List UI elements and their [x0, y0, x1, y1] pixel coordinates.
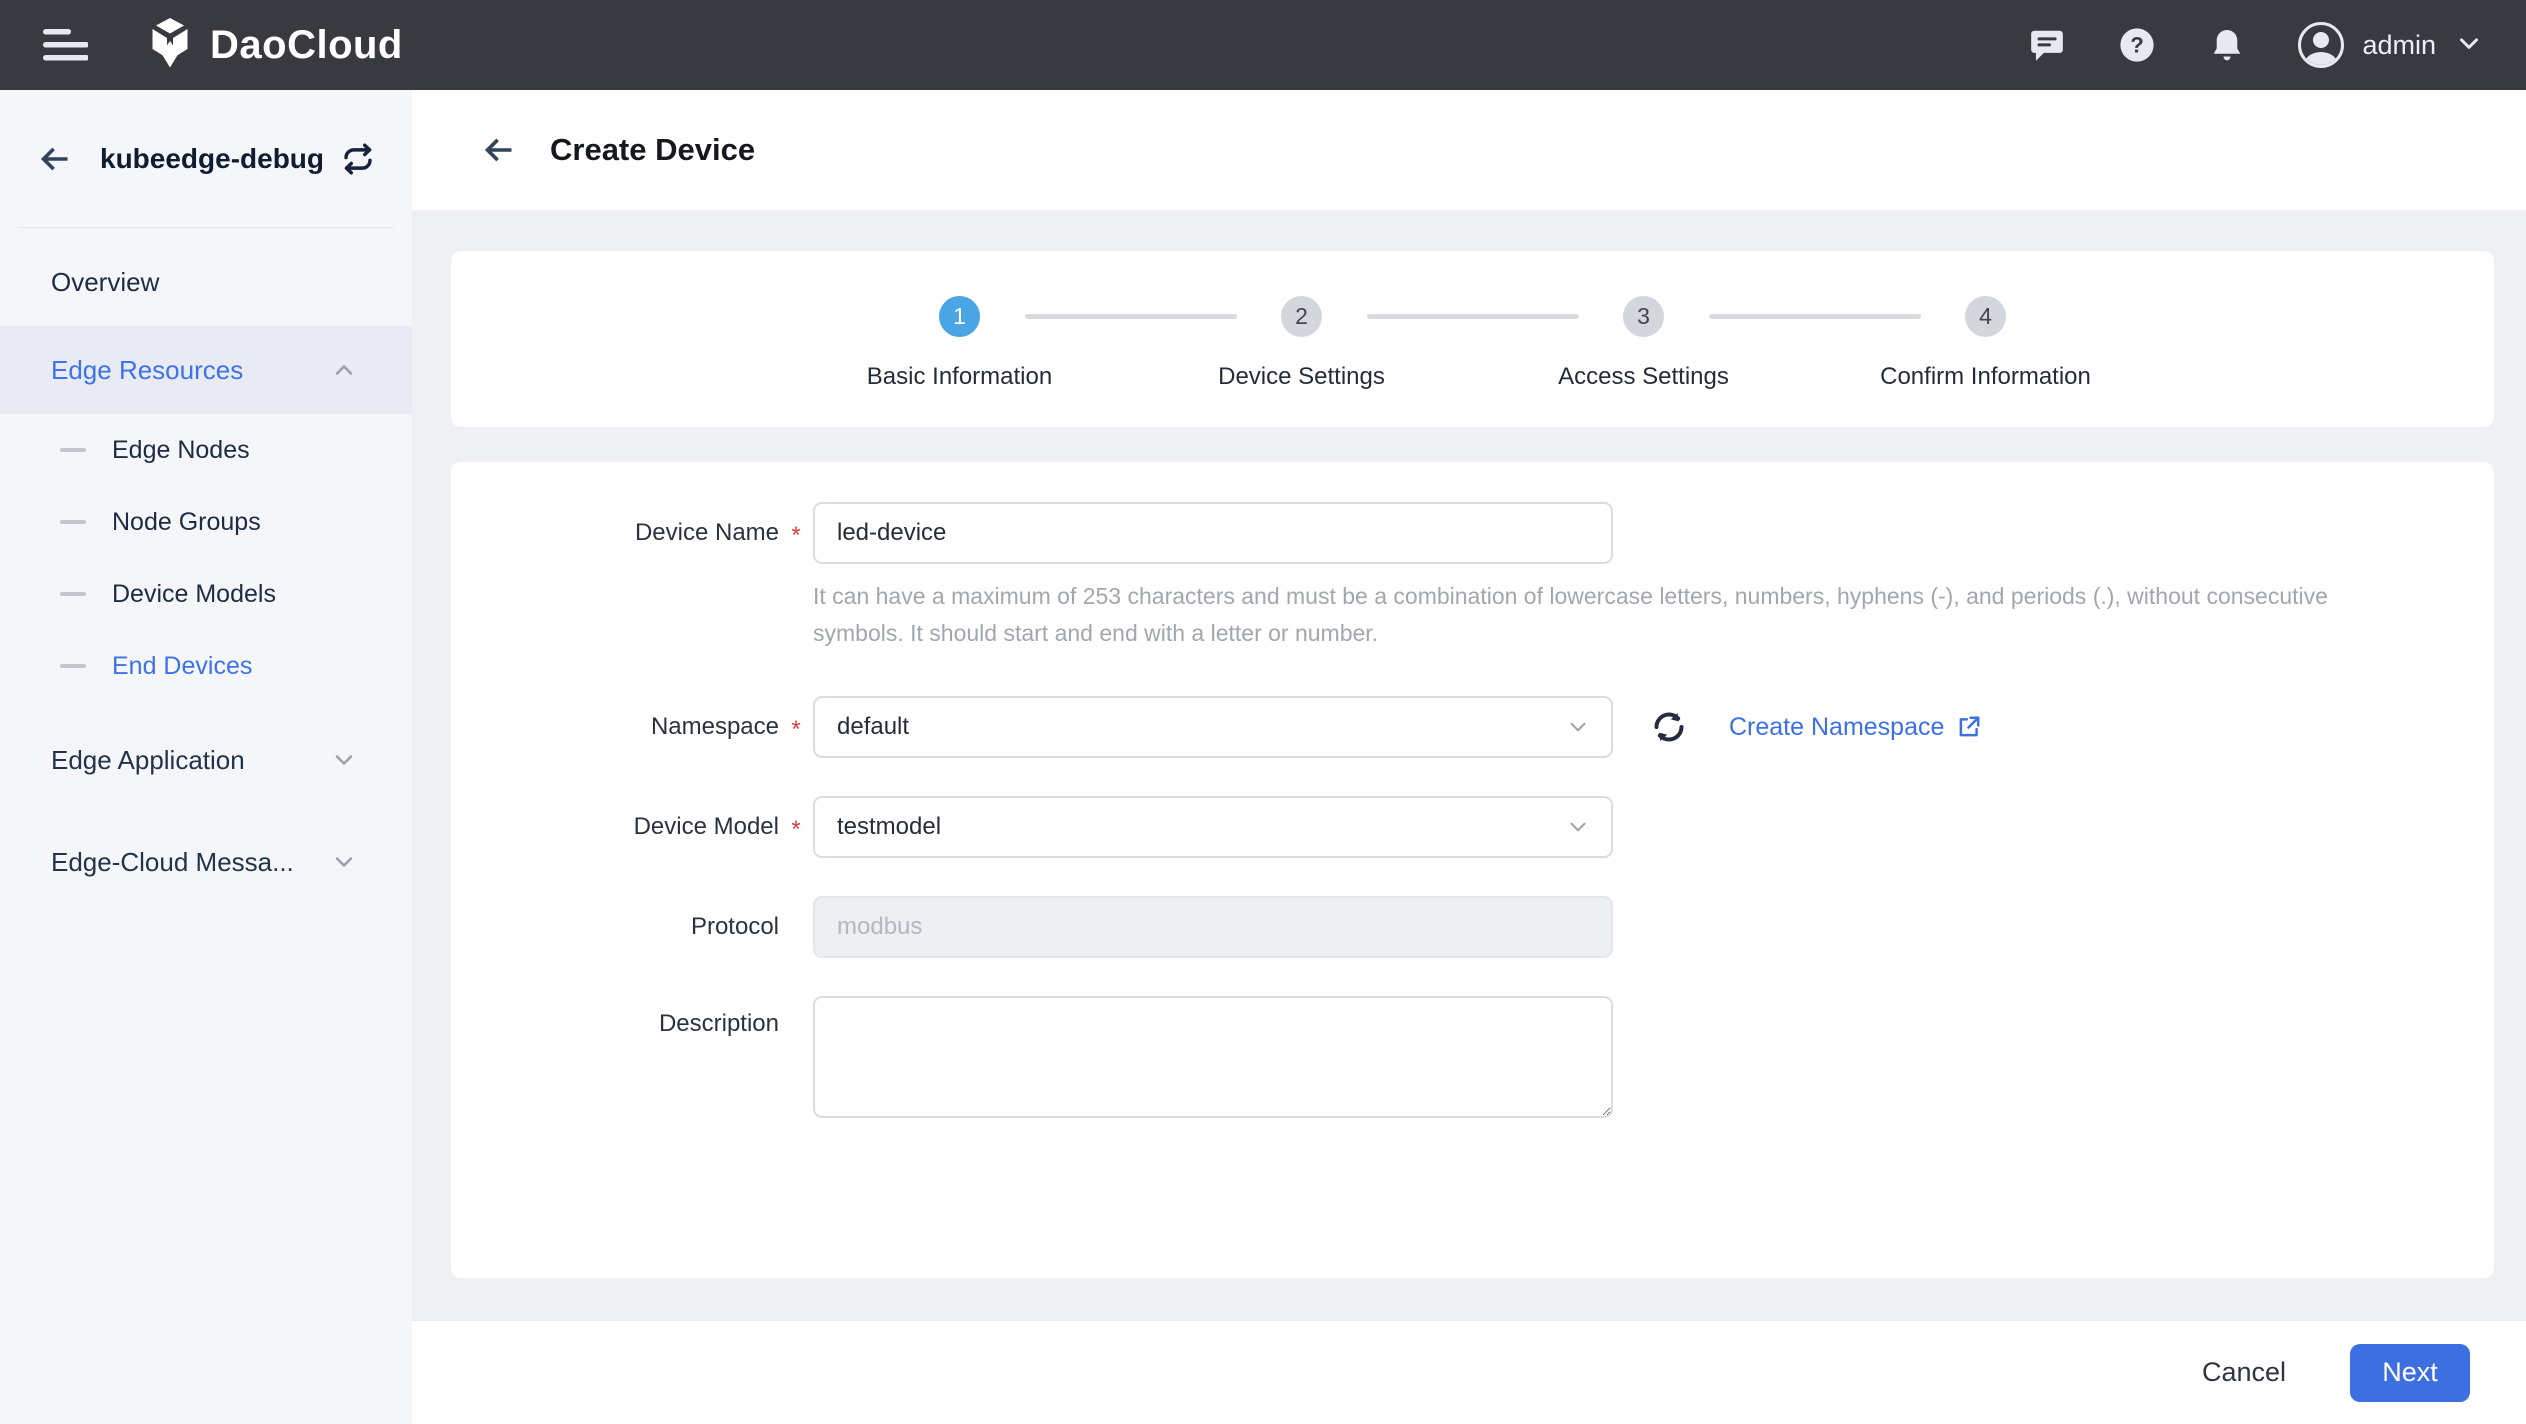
namespace-selected-value: default: [837, 713, 909, 741]
page-title: Create Device: [550, 132, 755, 168]
description-label: Description: [459, 996, 779, 1038]
help-icon[interactable]: ?: [2118, 26, 2156, 64]
protocol-label: Protocol: [459, 913, 779, 941]
step-connector: [1709, 314, 1921, 319]
device-name-row: Device Name *: [451, 502, 2494, 564]
step-basic-information: 1 Basic Information: [895, 296, 1025, 391]
sidebar-item-device-models[interactable]: Device Models: [0, 558, 412, 630]
chevron-up-icon: [330, 356, 358, 384]
required-asterisk: *: [779, 516, 813, 550]
step-confirm-information: 4 Confirm Information: [1921, 296, 2051, 391]
next-button[interactable]: Next: [2350, 1344, 2470, 1402]
external-link-icon: [1956, 714, 1982, 740]
chevron-down-icon: [1565, 714, 1591, 740]
content: 1 Basic Information 2 Device Settings 3 …: [412, 210, 2526, 1278]
device-model-select[interactable]: testmodel: [813, 796, 1613, 858]
namespace-row: Namespace * default: [451, 696, 2494, 758]
device-name-label: Device Name: [459, 519, 779, 547]
step-circle-1: 1: [939, 296, 980, 337]
sidebar-item-edge-resources[interactable]: Edge Resources: [0, 326, 412, 414]
description-row: Description: [451, 996, 2494, 1118]
sidebar-item-overview[interactable]: Overview: [0, 238, 412, 326]
chevron-down-icon: [1565, 814, 1591, 840]
workspace-header: kubeedge-debug: [0, 90, 412, 227]
create-namespace-link[interactable]: Create Namespace: [1729, 713, 1982, 742]
required-spacer: [779, 996, 813, 1002]
required-asterisk: *: [779, 710, 813, 744]
step-access-settings: 3 Access Settings: [1579, 296, 1709, 391]
sidebar-item-edge-nodes[interactable]: Edge Nodes: [0, 414, 412, 486]
cancel-button[interactable]: Cancel: [2202, 1357, 2286, 1388]
dash-icon: [60, 592, 86, 596]
brand-logo[interactable]: DaoCloud: [146, 17, 403, 74]
step-connector: [1025, 314, 1237, 319]
namespace-select[interactable]: default: [813, 696, 1613, 758]
protocol-input: [813, 896, 1613, 958]
device-model-selected-value: testmodel: [837, 813, 941, 841]
sidebar-item-node-groups[interactable]: Node Groups: [0, 486, 412, 558]
chevron-down-icon: [330, 848, 358, 876]
page-header: Create Device: [412, 90, 2526, 210]
namespace-label: Namespace: [459, 713, 779, 741]
chevron-down-icon: [2454, 28, 2484, 63]
required-spacer: [779, 924, 813, 930]
sidebar: kubeedge-debug Overview Edge Resources: [0, 90, 412, 1424]
workspace-name: kubeedge-debug: [100, 143, 340, 175]
notifications-icon[interactable]: [2208, 26, 2246, 64]
required-asterisk: *: [779, 810, 813, 844]
brand-name: DaoCloud: [210, 23, 403, 68]
device-model-row: Device Model * testmodel: [451, 796, 2494, 858]
step-circle-4: 4: [1965, 296, 2006, 337]
protocol-row: Protocol: [451, 896, 2494, 958]
step-device-settings: 2 Device Settings: [1237, 296, 1367, 391]
step-circle-3: 3: [1623, 296, 1664, 337]
user-menu[interactable]: admin: [2298, 22, 2484, 68]
refresh-icon[interactable]: [1649, 707, 1689, 747]
switch-workspace-icon[interactable]: [340, 141, 376, 177]
workspace-back-icon[interactable]: [36, 141, 72, 177]
sidebar-item-end-devices[interactable]: End Devices: [0, 630, 412, 702]
step-connector: [1367, 314, 1579, 319]
namespace-extras: Create Namespace: [1613, 707, 1982, 747]
topbar: DaoCloud ? admin: [0, 0, 2526, 90]
device-name-help: It can have a maximum of 253 characters …: [813, 578, 2413, 652]
svg-text:?: ?: [2131, 32, 2145, 57]
sidebar-item-edge-cloud-message[interactable]: Edge-Cloud Messa...: [0, 818, 412, 906]
username: admin: [2362, 30, 2436, 61]
chevron-down-icon: [330, 746, 358, 774]
sidebar-item-edge-application[interactable]: Edge Application: [0, 716, 412, 804]
dash-icon: [60, 664, 86, 668]
footer-actions: Cancel Next: [412, 1320, 2526, 1424]
messages-icon[interactable]: [2028, 26, 2066, 64]
daocloud-logo-icon: [146, 17, 194, 74]
main-area: Create Device 1 Basic Information 2 Devi…: [412, 90, 2526, 1424]
device-model-label: Device Model: [459, 813, 779, 841]
description-input[interactable]: [813, 996, 1613, 1118]
topbar-actions: ? admin: [2028, 22, 2484, 68]
sidebar-nav: Overview Edge Resources Edge Nodes Node …: [0, 228, 412, 906]
dash-icon: [60, 520, 86, 524]
avatar: [2298, 22, 2344, 68]
dash-icon: [60, 448, 86, 452]
back-icon[interactable]: [480, 132, 516, 168]
device-name-input[interactable]: [813, 502, 1613, 564]
menu-icon[interactable]: [42, 26, 88, 64]
wizard-stepper: 1 Basic Information 2 Device Settings 3 …: [451, 251, 2494, 427]
create-device-form: Device Name * It can have a maximum of 2…: [451, 462, 2494, 1278]
step-circle-2: 2: [1281, 296, 1322, 337]
